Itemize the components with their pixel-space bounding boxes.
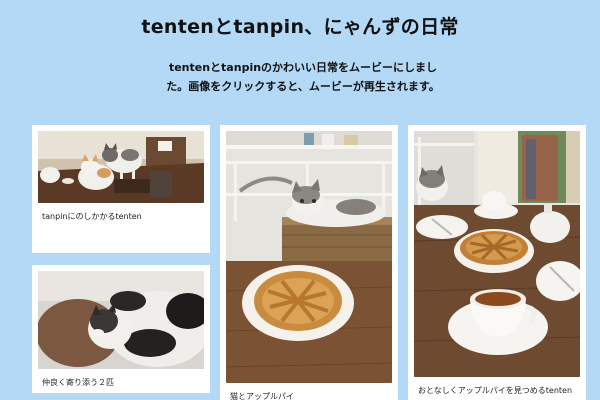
- cat-watching-apple-pie-photo[interactable]: [414, 131, 580, 377]
- intro-text: tentenとtanpinのかわいい日常をムービーにしました。画像をクリックする…: [166, 61, 440, 93]
- video-card-cat-watching-pie[interactable]: おとなしくアップルパイを見つめるtenten: [408, 125, 586, 400]
- video-card-cats-on-table[interactable]: tanpinにのしかかるtenten: [32, 125, 210, 253]
- video-card-cat-and-apple-pie[interactable]: 猫とアップルパイ: [220, 125, 398, 400]
- cat-in-basket-apple-pie-photo[interactable]: [226, 131, 392, 383]
- card-caption: おとなしくアップルパイを見つめるtenten: [418, 386, 573, 395]
- card-caption: 仲良く寄り添う２匹: [42, 378, 114, 387]
- cats-on-table-photo[interactable]: [38, 131, 204, 203]
- video-card-cats-cuddling[interactable]: 仲良く寄り添う２匹: [32, 265, 210, 393]
- cats-cuddling-photo[interactable]: [38, 271, 204, 369]
- card-caption: 猫とアップルパイ: [230, 392, 294, 400]
- page-title: tentenとtanpin、にゃんずの日常: [141, 16, 459, 38]
- card-caption: tanpinにのしかかるtenten: [42, 212, 142, 221]
